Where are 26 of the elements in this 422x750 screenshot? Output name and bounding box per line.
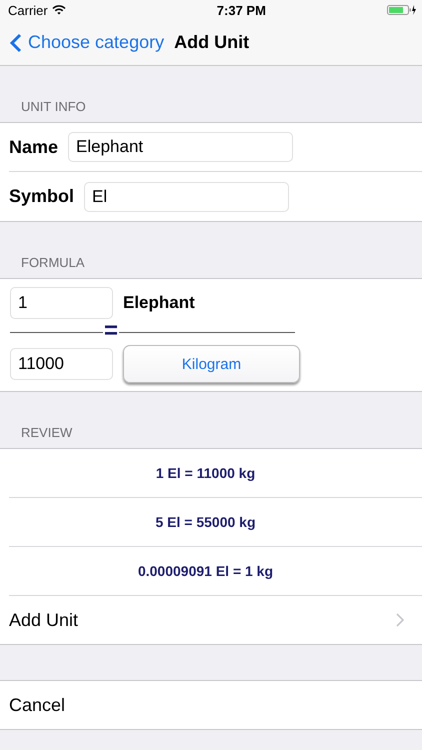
value-field[interactable]: 11000 bbox=[10, 348, 113, 380]
review-text: 0.00009091 El = 1 kg bbox=[138, 563, 274, 579]
back-chevron-icon bbox=[10, 32, 22, 52]
cancel-label: Cancel bbox=[9, 694, 66, 716]
add-unit-label: Add Unit bbox=[9, 610, 78, 630]
wifi-icon bbox=[52, 5, 66, 15]
amount-field[interactable]: 1 bbox=[10, 287, 113, 319]
field-label: Name bbox=[9, 136, 58, 158]
back-button[interactable]: Choose category bbox=[10, 32, 164, 53]
status-time: 7:37 PM bbox=[216, 2, 266, 18]
unit-button[interactable]: Kilogram bbox=[123, 345, 300, 383]
section-header: UNIT INFO bbox=[21, 99, 86, 114]
review-text: 5 El = 55000 kg bbox=[155, 514, 256, 530]
text-field[interactable]: Elephant bbox=[68, 132, 294, 162]
review-text: 1 El = 11000 kg bbox=[156, 465, 256, 481]
battery-icon bbox=[387, 4, 417, 16]
field-label: Symbol bbox=[9, 186, 74, 207]
section-header: FORMULA bbox=[21, 255, 85, 270]
add-unit-row[interactable]: Add Unit bbox=[0, 596, 422, 644]
text-field[interactable]: El bbox=[84, 182, 290, 212]
chevron-icon bbox=[396, 613, 404, 627]
section-header: REVIEW bbox=[21, 425, 72, 440]
carrier-label: Carrier bbox=[8, 2, 48, 18]
screen-title: Add Unit bbox=[174, 32, 250, 53]
cancel-row[interactable]: Cancel bbox=[0, 681, 422, 729]
unit-name: Elephant bbox=[123, 293, 195, 313]
